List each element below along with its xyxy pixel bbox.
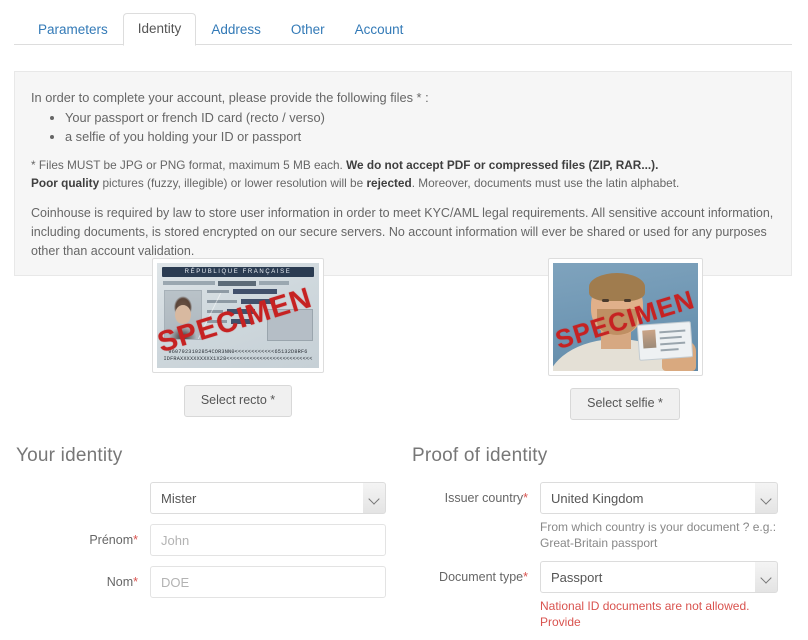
- issuer-country-label-text: Issuer country: [444, 491, 524, 505]
- tab-list: Parameters Identity Address Other Accoun…: [14, 13, 792, 46]
- document-type-select[interactable]: Passport: [540, 561, 778, 593]
- tab-address[interactable]: Address: [196, 14, 276, 46]
- select-selfie-button[interactable]: Select selfie *: [570, 388, 680, 420]
- selfie-upload-column: SPECIMEN Select selfie *: [546, 258, 704, 420]
- issuer-country-required-marker: *: [523, 491, 528, 505]
- required-files-list: Your passport or french ID card (recto /…: [31, 109, 775, 146]
- lastname-row: Nom*: [16, 566, 408, 598]
- french-id-card-icon: RÉPUBLIQUE FRANÇAISE IDFRAXXXXXXXXXX1X28…: [157, 263, 319, 368]
- lastname-label-text: Nom: [106, 575, 134, 589]
- firstname-label: Prénom*: [16, 524, 150, 556]
- your-identity-section: Your identity Mister Prénom* Nom*: [16, 444, 408, 608]
- your-identity-title: Your identity: [16, 445, 123, 466]
- issuer-country-label: Issuer country*: [412, 482, 540, 514]
- person-holding-id-icon: [552, 263, 698, 371]
- file-format-note: * Files MUST be JPG or PNG format, maxim…: [31, 156, 775, 174]
- lastname-label: Nom*: [16, 566, 150, 598]
- file-format-note-plain: * Files MUST be JPG or PNG format, maxim…: [31, 158, 347, 172]
- quality-note-plain-2: . Moreover, documents must use the latin…: [411, 176, 680, 190]
- tab-identity[interactable]: Identity: [122, 13, 197, 46]
- id-card-mrz-line-2: 9607923102854COR3NN0<<<<<<<<<<<<65132D8R…: [168, 349, 308, 355]
- tab-account[interactable]: Account: [340, 14, 419, 46]
- id-card-header: RÉPUBLIQUE FRANÇAISE: [162, 267, 314, 277]
- select-recto-button[interactable]: Select recto *: [183, 385, 293, 417]
- id-card-mrz-line-1: IDFRAXXXXXXXXXX1X28<<<<<<<<<<<<<<<<<<<<<…: [163, 356, 313, 362]
- quality-note-plain-1: pictures (fuzzy, illegible) or lower res…: [99, 176, 367, 190]
- tab-other[interactable]: Other: [276, 14, 340, 46]
- quality-note-bold-1: Poor quality: [31, 176, 100, 190]
- firstname-row: Prénom*: [16, 524, 408, 556]
- recto-upload-column: RÉPUBLIQUE FRANÇAISE IDFRAXXXXXXXXXX1X28…: [152, 258, 324, 417]
- quality-note: Poor quality pictures (fuzzy, illegible)…: [31, 174, 775, 192]
- civility-row: Mister: [16, 482, 408, 514]
- firstname-input[interactable]: [150, 524, 386, 556]
- recto-preview-image: RÉPUBLIQUE FRANÇAISE IDFRAXXXXXXXXXX1X28…: [157, 263, 319, 368]
- privacy-paragraph: Coinhouse is required by law to store us…: [31, 206, 774, 258]
- required-file-item: a selfie of you holding your ID or passp…: [65, 128, 775, 146]
- tab-parameters[interactable]: Parameters: [23, 14, 123, 46]
- document-type-label-text: Document type: [439, 570, 524, 584]
- selfie-preview-image: SPECIMEN: [552, 263, 698, 371]
- id-card-portrait: [164, 290, 202, 340]
- proof-of-identity-title: Proof of identity: [412, 445, 548, 466]
- recto-thumbnail-frame: RÉPUBLIQUE FRANÇAISE IDFRAXXXXXXXXXX1X28…: [152, 258, 324, 373]
- quality-note-bold-2: rejected: [366, 176, 412, 190]
- firstname-label-text: Prénom: [89, 533, 134, 547]
- issuer-country-help-text: From which country is your document ? e.…: [540, 520, 777, 550]
- document-type-warning-text: National ID documents are not allowed. P…: [540, 599, 750, 629]
- issuer-country-row: Issuer country* United Kingdom From whic…: [412, 482, 808, 551]
- file-format-note-bold: We do not accept PDF or compressed files…: [346, 158, 659, 172]
- lastname-required-marker: *: [133, 575, 138, 589]
- document-type-required-marker: *: [523, 570, 528, 584]
- document-upload-area: RÉPUBLIQUE FRANÇAISE IDFRAXXXXXXXXXX1X28…: [0, 258, 808, 428]
- lastname-input[interactable]: [150, 566, 386, 598]
- firstname-required-marker: *: [133, 533, 138, 547]
- instructions-lead: In order to complete your account, pleas…: [31, 90, 429, 105]
- proof-of-identity-section: Proof of identity Issuer country* United…: [412, 444, 808, 640]
- tab-bar: Parameters Identity Address Other Accoun…: [14, 13, 792, 46]
- selfie-thumbnail-frame: SPECIMEN: [547, 258, 703, 376]
- id-card-subheader: [163, 280, 313, 286]
- issuer-country-select[interactable]: United Kingdom: [540, 482, 778, 514]
- required-file-item: Your passport or french ID card (recto /…: [65, 109, 775, 127]
- civility-select[interactable]: Mister: [150, 482, 386, 514]
- document-type-label: Document type*: [412, 561, 540, 593]
- held-id-card-icon: [636, 321, 693, 361]
- kyc-instructions-panel: In order to complete your account, pleas…: [14, 71, 792, 276]
- document-type-row: Document type* Passport National ID docu…: [412, 561, 808, 630]
